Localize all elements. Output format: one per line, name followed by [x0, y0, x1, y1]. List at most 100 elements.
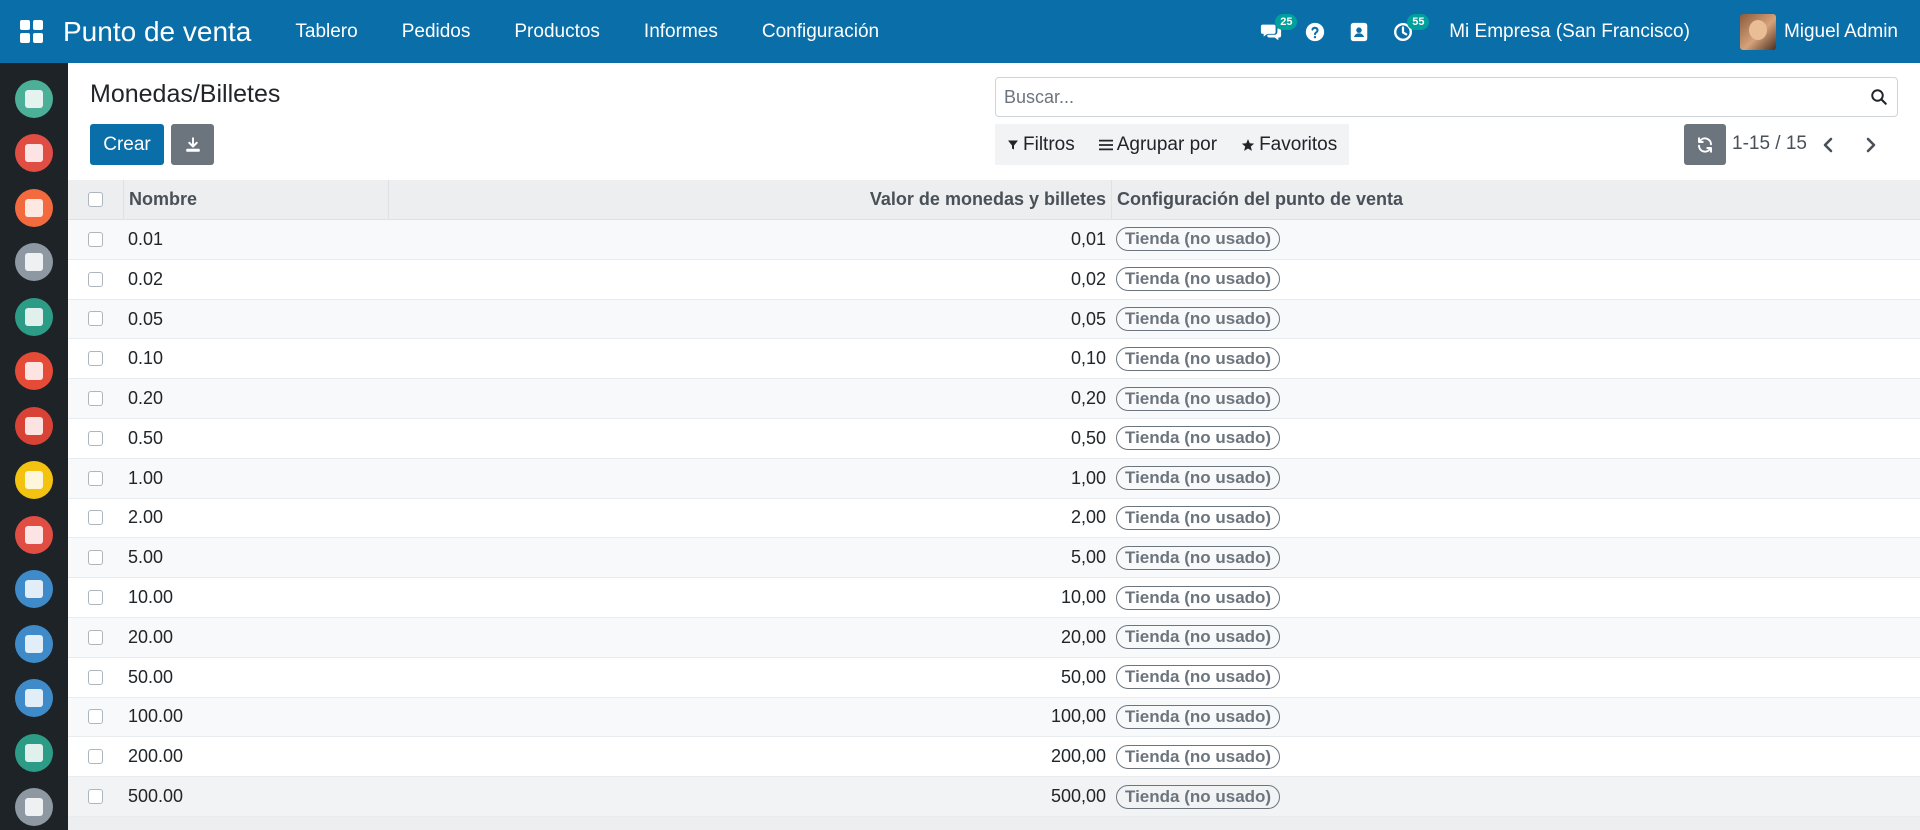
- row-checkbox[interactable]: [88, 271, 103, 287]
- table-row[interactable]: 50.00 50,00 Tienda (no usado): [68, 658, 1920, 698]
- point-of-sale-app-icon[interactable]: [15, 461, 53, 499]
- column-header-name[interactable]: Nombre: [123, 179, 388, 220]
- cell-config[interactable]: Tienda (no usado): [1111, 300, 1920, 339]
- row-checkbox[interactable]: [88, 629, 103, 645]
- cell-value[interactable]: 20,00: [388, 618, 1111, 657]
- cell-value[interactable]: 0,05: [388, 300, 1111, 339]
- cell-config[interactable]: Tienda (no usado): [1111, 379, 1920, 418]
- table-row[interactable]: 1.00 1,00 Tienda (no usado): [68, 458, 1920, 499]
- menu-item-products[interactable]: Productos: [492, 21, 622, 43]
- row-checkbox[interactable]: [88, 550, 103, 566]
- cell-name[interactable]: 0.50: [123, 419, 388, 458]
- messages-button[interactable]: 25: [1249, 0, 1298, 63]
- row-checkbox[interactable]: [88, 709, 103, 725]
- cell-config[interactable]: Tienda (no usado): [1111, 777, 1920, 816]
- select-all-checkbox[interactable]: [88, 192, 103, 207]
- cell-value[interactable]: 5,00: [388, 538, 1111, 577]
- pager-next-button[interactable]: [1854, 128, 1888, 162]
- row-checkbox[interactable]: [88, 789, 103, 805]
- cell-value[interactable]: 2,00: [388, 498, 1111, 537]
- calendar-app-icon[interactable]: [15, 134, 53, 172]
- menu-item-orders[interactable]: Pedidos: [380, 21, 493, 43]
- reload-button[interactable]: [1684, 124, 1726, 165]
- user-menu[interactable]: Miguel Admin: [1739, 13, 1898, 50]
- row-checkbox[interactable]: [88, 669, 103, 685]
- table-row[interactable]: 5.00 5,00 Tienda (no usado): [68, 538, 1920, 579]
- activities-button[interactable]: 55: [1381, 0, 1430, 63]
- cell-value[interactable]: 500,00: [388, 777, 1111, 816]
- row-checkbox[interactable]: [88, 749, 103, 765]
- cell-name[interactable]: 200.00: [123, 737, 388, 776]
- accounting-app-icon[interactable]: [15, 625, 53, 663]
- cell-config[interactable]: Tienda (no usado): [1111, 260, 1920, 299]
- cell-value[interactable]: 1,00: [388, 459, 1111, 498]
- row-checkbox[interactable]: [88, 590, 103, 606]
- website-app-icon[interactable]: [15, 788, 53, 826]
- pager-value[interactable]: 1-15 / 15: [1732, 133, 1807, 155]
- cell-name[interactable]: 20.00: [123, 618, 388, 657]
- cell-name[interactable]: 0.01: [123, 220, 388, 259]
- contacts-app-icon[interactable]: [15, 189, 53, 227]
- cell-name[interactable]: 0.02: [123, 260, 388, 299]
- favorites-button[interactable]: Favoritos: [1241, 134, 1337, 156]
- apps-menu-button[interactable]: [0, 0, 63, 63]
- cell-config[interactable]: Tienda (no usado): [1111, 498, 1920, 537]
- column-header-value[interactable]: Valor de monedas y billetes: [388, 179, 1111, 220]
- contacts-button[interactable]: [1337, 0, 1381, 63]
- row-checkbox[interactable]: [88, 470, 103, 486]
- cell-value[interactable]: 0,10: [388, 339, 1111, 378]
- cell-config[interactable]: Tienda (no usado): [1111, 578, 1920, 617]
- cell-name[interactable]: 50.00: [123, 658, 388, 697]
- cell-value[interactable]: 50,00: [388, 658, 1111, 697]
- cell-config[interactable]: Tienda (no usado): [1111, 459, 1920, 498]
- cell-config[interactable]: Tienda (no usado): [1111, 220, 1920, 259]
- cell-value[interactable]: 100,00: [388, 697, 1111, 736]
- row-checkbox[interactable]: [88, 231, 103, 247]
- row-checkbox[interactable]: [88, 391, 103, 407]
- cell-value[interactable]: 200,00: [388, 737, 1111, 776]
- menu-item-configuration[interactable]: Configuración: [740, 21, 901, 43]
- row-checkbox[interactable]: [88, 430, 103, 446]
- menu-item-dashboard[interactable]: Tablero: [273, 21, 379, 43]
- table-row[interactable]: 0.10 0,10 Tienda (no usado): [68, 339, 1920, 380]
- row-checkbox[interactable]: [88, 311, 103, 327]
- filters-button[interactable]: Filtros: [1007, 134, 1075, 156]
- cell-name[interactable]: 0.10: [123, 339, 388, 378]
- table-row[interactable]: 2.00 2,00 Tienda (no usado): [68, 499, 1920, 539]
- table-row[interactable]: 0.05 0,05 Tienda (no usado): [68, 299, 1920, 340]
- table-row[interactable]: 10.00 10,00 Tienda (no usado): [68, 578, 1920, 618]
- cell-name[interactable]: 0.05: [123, 300, 388, 339]
- cell-config[interactable]: Tienda (no usado): [1111, 538, 1920, 577]
- cell-config[interactable]: Tienda (no usado): [1111, 618, 1920, 657]
- pager-previous-button[interactable]: [1811, 128, 1845, 162]
- column-header-config[interactable]: Configuración del punto de venta: [1111, 179, 1920, 220]
- cell-value[interactable]: 0,02: [388, 260, 1111, 299]
- menu-item-reports[interactable]: Informes: [622, 21, 740, 43]
- table-row[interactable]: 0.01 0,01 Tienda (no usado): [68, 220, 1920, 260]
- table-row[interactable]: 200.00 200,00 Tienda (no usado): [68, 737, 1920, 778]
- cell-name[interactable]: 2.00: [123, 498, 388, 537]
- row-checkbox[interactable]: [88, 351, 103, 367]
- cell-config[interactable]: Tienda (no usado): [1111, 697, 1920, 736]
- row-checkbox[interactable]: [88, 510, 103, 526]
- table-row[interactable]: 0.02 0,02 Tienda (no usado): [68, 260, 1920, 300]
- timesheets-app-icon[interactable]: [15, 734, 53, 772]
- purchase-app-icon[interactable]: [15, 516, 53, 554]
- crm-app-icon[interactable]: [15, 243, 53, 281]
- cell-config[interactable]: Tienda (no usado): [1111, 658, 1920, 697]
- cell-name[interactable]: 1.00: [123, 459, 388, 498]
- help-button[interactable]: [1293, 0, 1337, 63]
- cell-value[interactable]: 10,00: [388, 578, 1111, 617]
- app-brand[interactable]: Punto de venta: [63, 16, 251, 48]
- cell-config[interactable]: Tienda (no usado): [1111, 737, 1920, 776]
- employees-app-icon[interactable]: [15, 298, 53, 336]
- cell-name[interactable]: 100.00: [123, 697, 388, 736]
- cell-value[interactable]: 0,50: [388, 419, 1111, 458]
- dashboards-app-icon[interactable]: [15, 407, 53, 445]
- inventory-app-icon[interactable]: [15, 570, 53, 608]
- search-icon[interactable]: [1861, 88, 1897, 106]
- cell-value[interactable]: 0,01: [388, 220, 1111, 259]
- discuss-app-icon[interactable]: [15, 80, 53, 118]
- table-row[interactable]: 0.20 0,20 Tienda (no usado): [68, 379, 1920, 419]
- table-row[interactable]: 500.00 500,00 Tienda (no usado): [68, 777, 1920, 817]
